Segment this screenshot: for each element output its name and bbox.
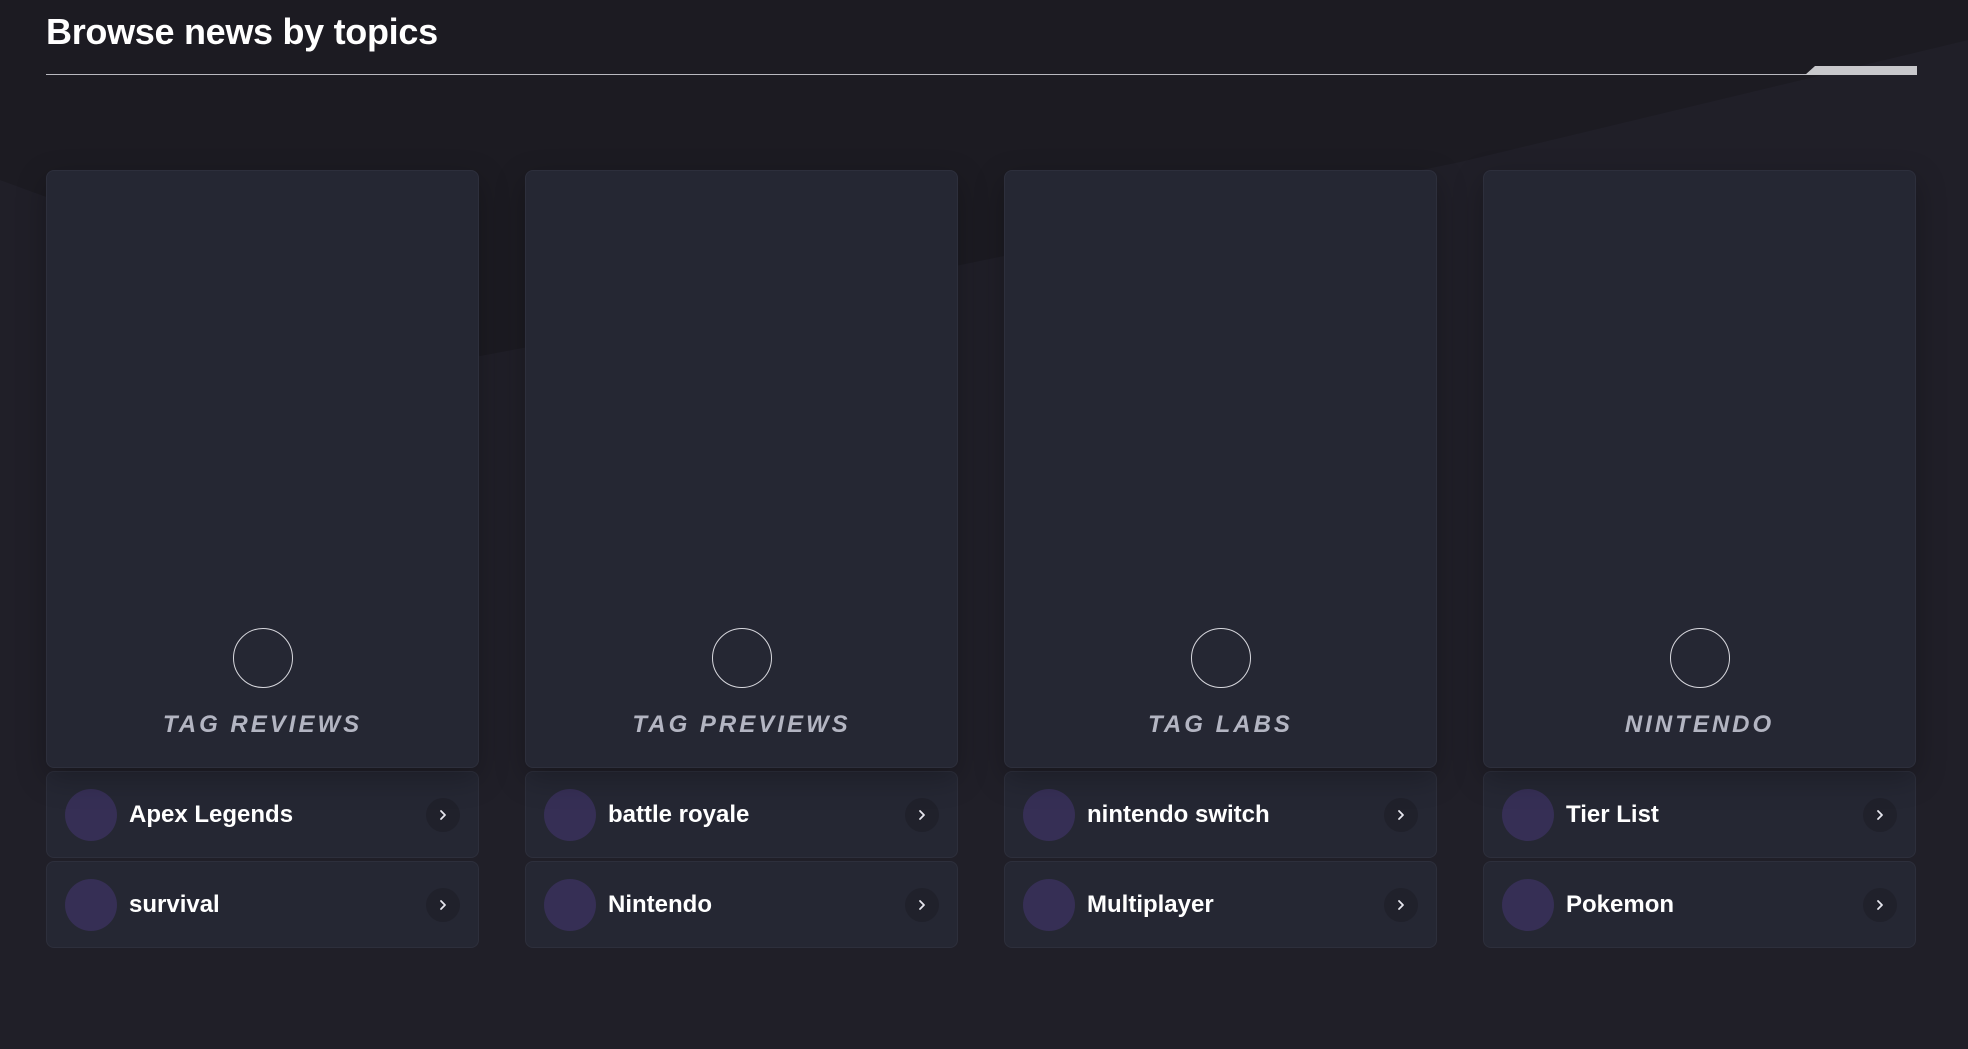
tag-name: Nintendo: [608, 890, 712, 918]
chevron-right-icon[interactable]: [1384, 887, 1418, 922]
topic-circle-icon: [1669, 628, 1730, 688]
tag-avatar: [1023, 788, 1075, 841]
topic-label: TAG REVIEWS: [162, 711, 363, 738]
tag-item[interactable]: Apex Legends: [46, 771, 479, 858]
tag-avatar: [544, 878, 596, 931]
tag-item[interactable]: Nintendo: [525, 861, 958, 948]
chevron-right-icon[interactable]: [426, 887, 460, 922]
topic-column: TAG LABS nintendo switch Multiplayer: [1004, 170, 1437, 948]
tag-avatar: [544, 788, 596, 841]
section-header: Browse news by topics: [46, 8, 1917, 75]
topic-card[interactable]: TAG PREVIEWS: [525, 170, 958, 768]
tag-item[interactable]: Multiplayer: [1004, 861, 1437, 948]
topic-label: NINTENDO: [1624, 711, 1775, 738]
chevron-right-icon[interactable]: [1384, 797, 1418, 832]
topic-card[interactable]: TAG REVIEWS: [46, 170, 479, 768]
page: Browse news by topics TAG REVIEWS Apex L…: [0, 0, 1968, 1049]
tag-name: Apex Legends: [129, 800, 294, 828]
topic-card[interactable]: TAG LABS: [1004, 170, 1437, 768]
topic-label: TAG PREVIEWS: [632, 711, 851, 738]
tag-name: battle royale: [608, 800, 750, 828]
tag-avatar: [1023, 878, 1075, 931]
topic-column: TAG PREVIEWS battle royale Nintendo: [525, 170, 958, 948]
tag-name: survival: [129, 890, 220, 918]
tag-name: Pokemon: [1566, 890, 1675, 918]
chevron-right-icon[interactable]: [1863, 887, 1897, 922]
topic-circle-icon: [711, 628, 772, 688]
topic-circle-icon: [1190, 628, 1251, 688]
chevron-right-icon[interactable]: [905, 797, 939, 832]
tag-avatar: [1502, 878, 1554, 931]
tag-avatar: [65, 878, 117, 931]
tag-item[interactable]: Tier List: [1483, 771, 1916, 858]
title-divider-accent: [1805, 66, 1917, 75]
page-title: Browse news by topics: [46, 11, 438, 52]
tag-item[interactable]: survival: [46, 861, 479, 948]
chevron-right-icon[interactable]: [1863, 797, 1897, 832]
tag-avatar: [1502, 788, 1554, 841]
topic-card[interactable]: NINTENDO: [1483, 170, 1916, 768]
chevron-right-icon[interactable]: [905, 887, 939, 922]
tag-name: nintendo switch: [1087, 800, 1270, 828]
topics-grid: TAG REVIEWS Apex Legends survival TAG PR…: [46, 170, 1917, 948]
chevron-right-icon[interactable]: [426, 797, 460, 832]
topic-column: NINTENDO Tier List Pokemon: [1483, 170, 1916, 948]
topic-label: TAG LABS: [1148, 711, 1293, 738]
tag-item[interactable]: Pokemon: [1483, 861, 1916, 948]
title-divider: [46, 74, 1917, 75]
tag-item[interactable]: nintendo switch: [1004, 771, 1437, 858]
tag-name: Multiplayer: [1087, 890, 1214, 918]
topic-column: TAG REVIEWS Apex Legends survival: [46, 170, 479, 948]
topic-circle-icon: [232, 628, 293, 688]
tag-name: Tier List: [1566, 800, 1659, 828]
tag-item[interactable]: battle royale: [525, 771, 958, 858]
tag-avatar: [65, 788, 117, 841]
